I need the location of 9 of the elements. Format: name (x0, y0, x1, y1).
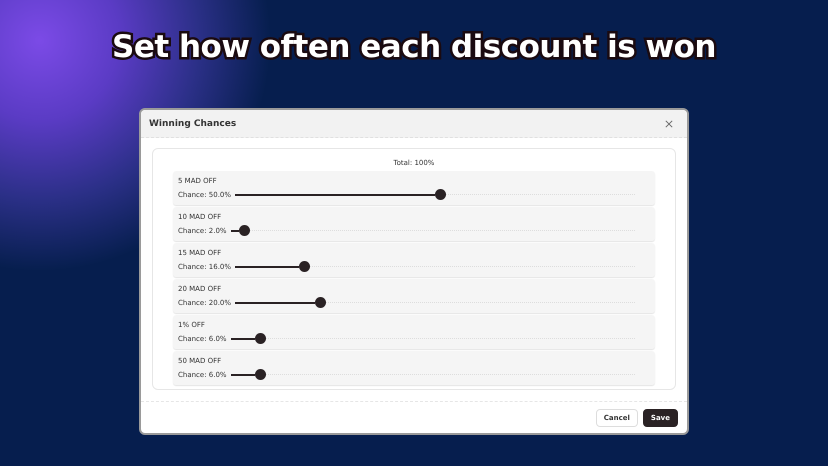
slider-thumb[interactable] (254, 368, 266, 380)
close-icon[interactable] (665, 120, 673, 128)
slider-thumb[interactable] (299, 260, 310, 272)
headline: Set how often each discount is won (112, 28, 716, 66)
slider-thumb[interactable] (238, 224, 250, 236)
dialog-title: Winning Chances (149, 118, 236, 128)
slider-thumb[interactable] (435, 188, 446, 200)
slider-thumb[interactable] (315, 296, 326, 308)
slider-thumb[interactable] (254, 332, 266, 344)
